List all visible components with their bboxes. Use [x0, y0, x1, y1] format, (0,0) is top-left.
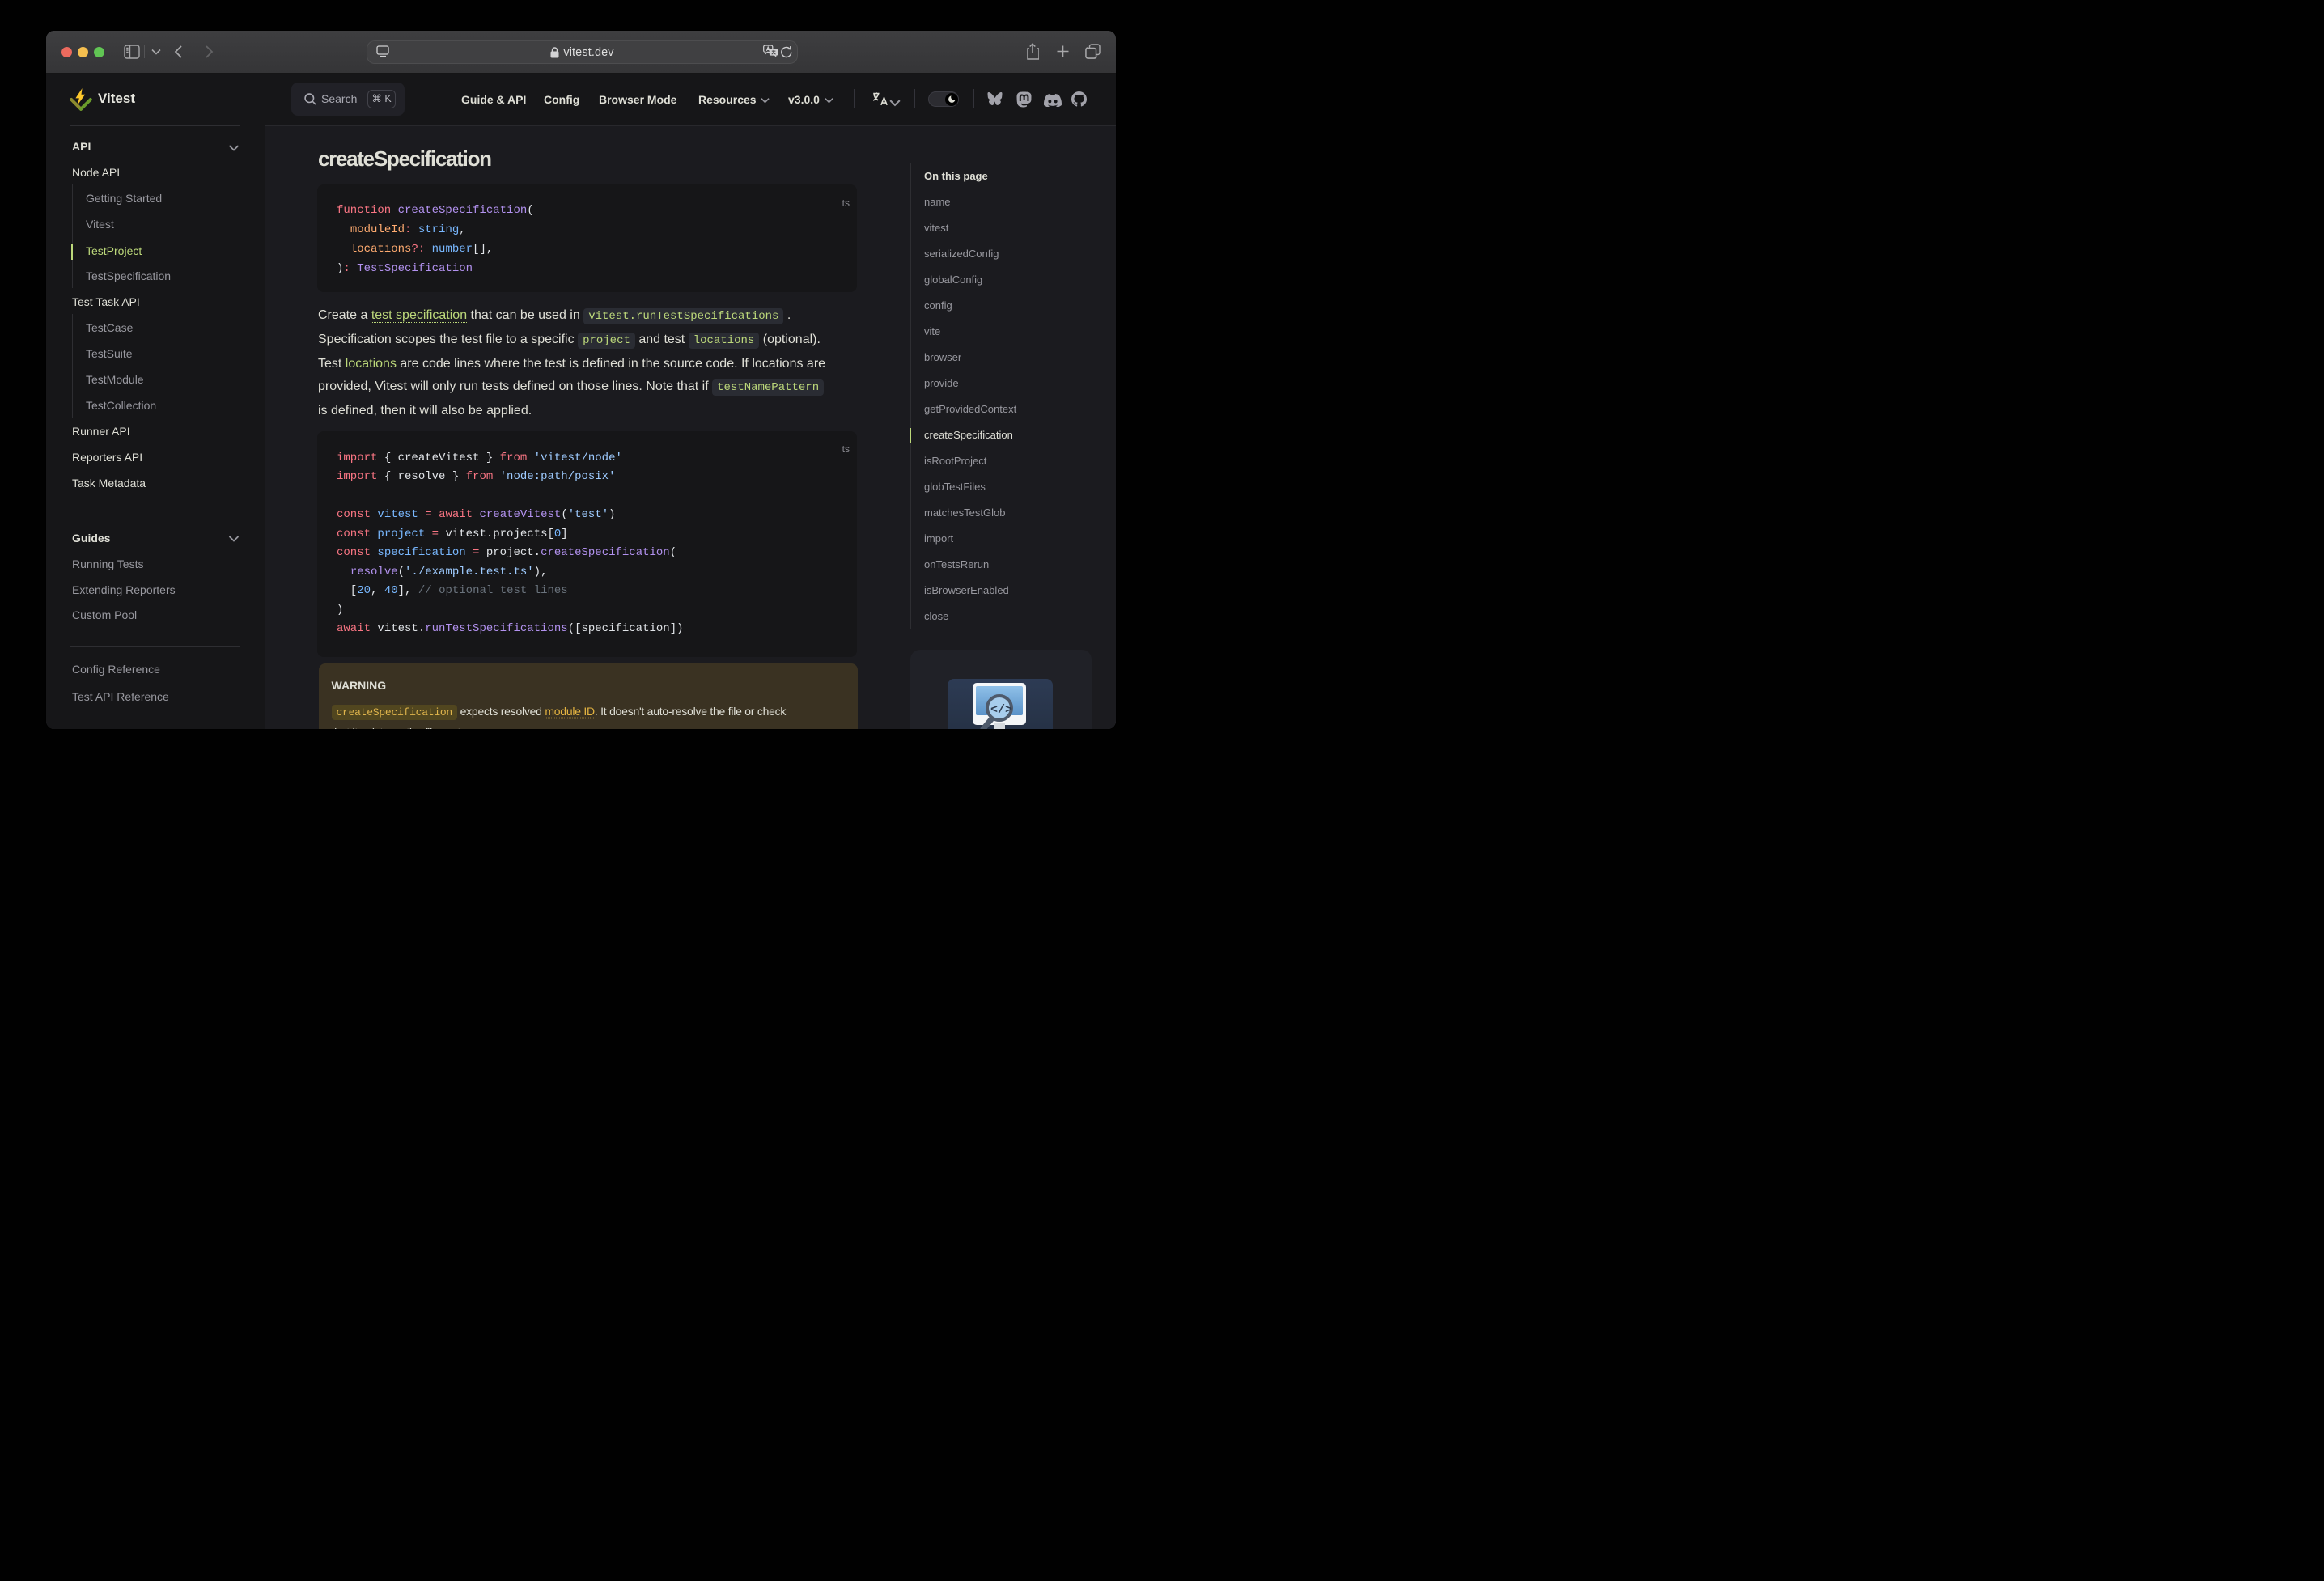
svg-text:</>: </> [990, 703, 1012, 717]
